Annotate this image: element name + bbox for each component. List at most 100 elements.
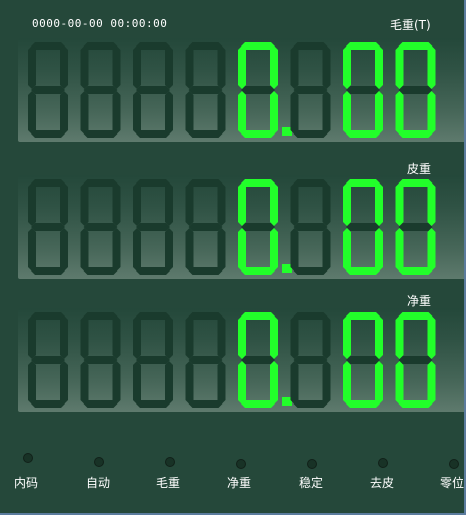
- segment-g: [83, 86, 118, 94]
- segment-d: [346, 130, 380, 138]
- digit-8: [395, 179, 436, 275]
- segment-e: [238, 228, 246, 271]
- segment-b: [60, 46, 68, 89]
- segment-g: [188, 356, 223, 364]
- segment-a: [188, 312, 223, 320]
- digit-2: [80, 179, 121, 275]
- led-gross: [165, 457, 175, 467]
- segment-f: [80, 46, 89, 89]
- segment-c: [322, 91, 331, 134]
- tare-button[interactable]: 去皮: [370, 474, 394, 491]
- segment-a: [398, 179, 433, 187]
- segment-b: [165, 316, 173, 359]
- segment-f: [343, 316, 351, 359]
- segment-e: [290, 228, 299, 271]
- segment-b: [375, 46, 383, 89]
- datetime-display: 0000-00-00 00:00:00: [32, 17, 168, 30]
- segment-e: [343, 228, 351, 271]
- segment-g: [293, 223, 328, 231]
- segment-c: [217, 228, 226, 271]
- gross-weight-digits: [28, 42, 436, 138]
- segment-d: [188, 267, 223, 275]
- internal-code-button[interactable]: 内码: [14, 474, 38, 491]
- segment-a: [346, 312, 380, 320]
- segment-g: [136, 223, 170, 231]
- segment-c: [427, 228, 436, 271]
- segment-a: [398, 312, 433, 320]
- segment-d: [136, 400, 170, 408]
- segment-f: [238, 183, 246, 226]
- segment-g: [31, 356, 65, 364]
- segment-g: [398, 356, 433, 364]
- segment-e: [133, 361, 141, 404]
- segment-e: [80, 361, 89, 404]
- segment-g: [188, 86, 223, 94]
- segment-f: [80, 183, 89, 226]
- segment-e: [133, 228, 141, 271]
- segment-e: [28, 361, 36, 404]
- segment-c: [165, 361, 173, 404]
- segment-c: [427, 91, 436, 134]
- segment-a: [31, 42, 65, 50]
- digit-1: [28, 179, 68, 275]
- segment-f: [395, 183, 404, 226]
- segment-g: [398, 86, 433, 94]
- digit-7: [343, 42, 383, 138]
- auto-button[interactable]: 自动: [86, 474, 110, 491]
- segment-e: [185, 228, 194, 271]
- segment-b: [427, 46, 436, 89]
- segment-d: [83, 130, 118, 138]
- segment-f: [395, 46, 404, 89]
- segment-c: [322, 361, 331, 404]
- segment-c: [375, 228, 383, 271]
- segment-g: [293, 356, 328, 364]
- segment-e: [80, 91, 89, 134]
- segment-g: [136, 86, 170, 94]
- segment-a: [188, 42, 223, 50]
- segment-d: [346, 400, 380, 408]
- segment-f: [238, 46, 246, 89]
- segment-c: [165, 91, 173, 134]
- digit-3: [133, 312, 173, 408]
- segment-a: [31, 179, 65, 187]
- segment-f: [28, 183, 36, 226]
- segment-b: [217, 316, 226, 359]
- segment-g: [293, 86, 328, 94]
- stable-button[interactable]: 稳定: [299, 474, 323, 491]
- segment-a: [83, 42, 118, 50]
- segment-d: [398, 267, 433, 275]
- led-zero: [449, 459, 459, 469]
- gross-weight-label: 毛重(T): [390, 18, 431, 32]
- segment-f: [290, 183, 299, 226]
- gross-button[interactable]: 毛重: [156, 474, 180, 491]
- digit-6: [290, 42, 331, 138]
- segment-c: [112, 228, 121, 271]
- segment-d: [136, 130, 170, 138]
- segment-c: [375, 91, 383, 134]
- segment-b: [217, 46, 226, 89]
- segment-d: [241, 130, 275, 138]
- segment-d: [398, 400, 433, 408]
- segment-d: [31, 267, 65, 275]
- segment-d: [293, 130, 328, 138]
- segment-f: [343, 46, 351, 89]
- net-button[interactable]: 净重: [227, 474, 251, 491]
- digit-1: [28, 42, 68, 138]
- digit-3: [133, 179, 173, 275]
- digit-7: [343, 179, 383, 275]
- segment-f: [343, 183, 351, 226]
- segment-a: [241, 42, 275, 50]
- segment-g: [31, 223, 65, 231]
- segment-a: [346, 42, 380, 50]
- segment-d: [83, 267, 118, 275]
- segment-b: [375, 183, 383, 226]
- segment-d: [241, 400, 275, 408]
- segment-a: [241, 312, 275, 320]
- digit-5: [238, 312, 278, 408]
- segment-f: [28, 316, 36, 359]
- segment-c: [60, 361, 68, 404]
- zero-button[interactable]: 零位: [440, 474, 464, 491]
- segment-b: [427, 316, 436, 359]
- segment-a: [188, 179, 223, 187]
- segment-g: [136, 356, 170, 364]
